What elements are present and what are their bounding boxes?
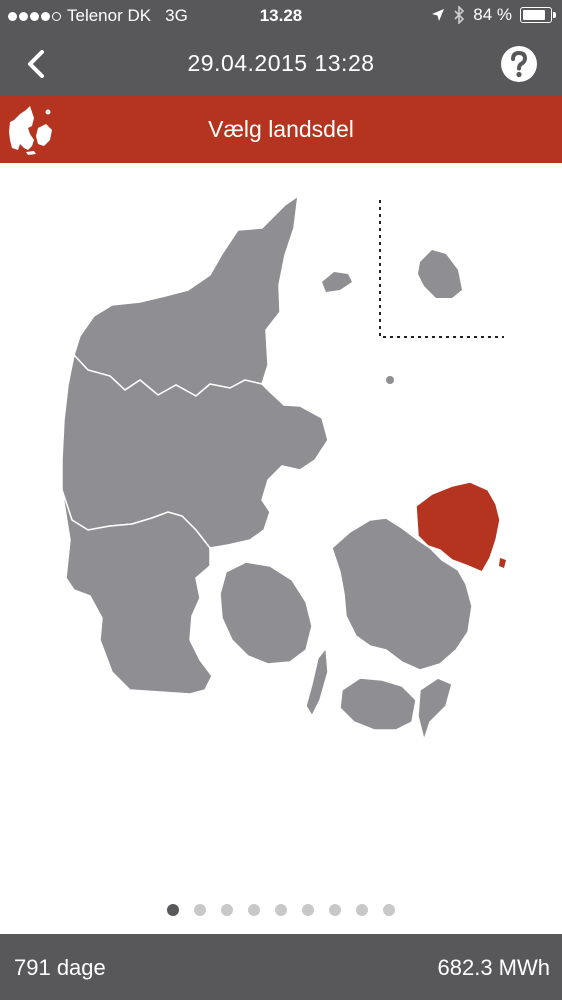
page-dot[interactable] [248,904,260,916]
island-langeland [305,646,329,718]
page-indicator[interactable] [0,904,562,916]
location-arrow-icon [432,9,445,21]
summary-footer: 791 dage 682.3 MWh [0,934,562,1000]
page-dot[interactable] [167,904,179,916]
page-dot[interactable] [329,904,341,916]
navigation-bar: 29.04.2015 13:28 [0,32,562,96]
status-bar: Telenor DK 3G 13.28 84 % [0,0,562,32]
page-dot[interactable] [383,904,395,916]
island-mon [417,677,453,743]
island-fyn[interactable] [219,561,313,665]
battery-percent: 84 % [473,5,512,24]
island-bornholm[interactable] [418,250,462,298]
bluetooth-icon [454,6,465,24]
hovedstaden-islet [499,558,506,568]
region-nordjylland[interactable] [73,194,299,397]
island-laeso [322,272,352,292]
days-count: 791 dage [14,955,106,980]
page-dot[interactable] [221,904,233,916]
region-selector-header[interactable]: Vælg landsdel [0,96,562,163]
denmark-map-svg [61,194,506,743]
island-lolland-falster [339,677,417,731]
battery-icon [520,7,556,23]
page-title: 29.04.2015 13:28 [187,50,375,76]
status-right-group: 84 % [431,5,556,25]
page-dot[interactable] [194,904,206,916]
help-question-icon[interactable] [500,45,538,83]
island-anholt [386,376,394,384]
page-dot[interactable] [275,904,287,916]
page-dot[interactable] [356,904,368,916]
region-header-title: Vælg landsdel [208,116,354,142]
denmark-map [0,163,562,933]
energy-total: 682.3 MWh [437,955,551,980]
page-dot[interactable] [302,904,314,916]
